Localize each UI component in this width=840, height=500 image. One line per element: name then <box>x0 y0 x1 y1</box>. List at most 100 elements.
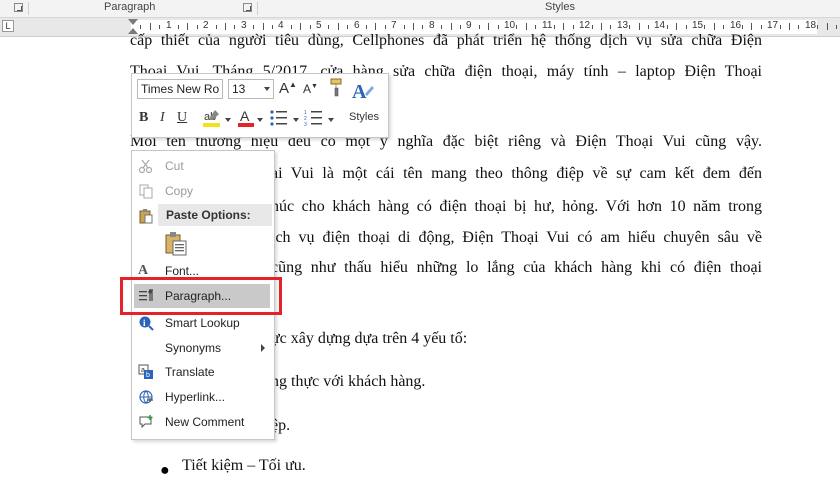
ruler-tick <box>328 25 329 29</box>
ruler-tick <box>751 23 752 30</box>
shrink-font-icon[interactable]: A▼ <box>303 82 318 96</box>
ruler-tick <box>761 25 762 29</box>
ruler-tick <box>629 25 630 29</box>
ruler-tick <box>723 25 724 29</box>
font-dialog-launcher-icon[interactable] <box>14 3 23 12</box>
ruler-tick <box>639 23 640 30</box>
ruler-number: 6 <box>354 20 360 31</box>
ruler-tick <box>714 23 715 30</box>
ruler-tick <box>253 25 254 29</box>
styles-gallery-icon[interactable]: A <box>350 80 374 108</box>
copy-icon <box>138 183 154 199</box>
menu-item-hyperlink[interactable]: Hyperlink... <box>132 386 274 408</box>
menu-item-label: Hyperlink... <box>165 390 226 404</box>
ruler-tick <box>592 25 593 29</box>
ruler-tick <box>178 25 179 29</box>
ruler-tick <box>234 25 235 29</box>
ruler-tick <box>836 25 837 29</box>
ruler-tick <box>704 25 705 29</box>
ruler-tick <box>610 25 611 29</box>
ruler-tick <box>187 23 188 30</box>
menu-item-label: Synonyms <box>165 341 222 355</box>
ruler-tick <box>441 25 442 29</box>
ruler-number: 1 <box>166 20 172 31</box>
ruler-tick <box>404 25 405 29</box>
menu-item-label: Cut <box>165 159 184 173</box>
underline-button[interactable]: U <box>177 110 187 126</box>
font-name-value: Times New Ro <box>141 82 220 96</box>
ruler-tick <box>648 25 649 29</box>
ruler-tick <box>338 23 339 30</box>
paragraph-dialog-launcher-icon[interactable] <box>243 3 252 12</box>
ruler-tick <box>601 23 602 30</box>
menu-item-new-comment[interactable]: New Comment <box>132 411 274 433</box>
ruler-tick <box>150 23 151 30</box>
ruler-tick <box>535 25 536 29</box>
smart-lookup-icon: i <box>138 315 154 331</box>
menu-item-label: Translate <box>165 365 215 379</box>
text-line: ại Vui là một cái tên mang theo thông đi… <box>271 165 762 182</box>
ruler-number: 11 <box>542 20 553 31</box>
ruler-tick <box>676 23 677 30</box>
text-line: ực xây dựng dựa trên 4 yếu tố: <box>271 330 468 347</box>
ruler-tick <box>798 25 799 29</box>
ruler-number: 17 <box>767 20 779 31</box>
ruler-tick <box>159 25 160 29</box>
ribbon-separator <box>257 2 258 15</box>
italic-button[interactable]: I <box>160 110 165 126</box>
scissors-icon <box>138 158 154 174</box>
ruler-tick <box>366 25 367 29</box>
ribbon-group-labels: Paragraph Styles <box>0 0 840 18</box>
mini-toolbar: Times New Ro 13 A▲ A▼ A Styles B I U ab … <box>131 73 389 138</box>
menu-item-smart-lookup[interactable]: i Smart Lookup <box>132 312 274 334</box>
ruler-tick <box>300 23 301 30</box>
grow-font-icon[interactable]: A▲ <box>279 80 297 97</box>
first-line-indent-marker[interactable] <box>128 19 138 25</box>
font-size-value: 13 <box>232 82 246 96</box>
text-line: ịch vụ điện thoại di động, Điện Thoại Vu… <box>271 229 762 246</box>
chevron-down-icon[interactable] <box>293 118 299 122</box>
highlight-icon[interactable]: ab <box>202 107 222 129</box>
menu-item-copy[interactable]: Copy <box>132 180 274 202</box>
ruler-tick <box>554 25 555 29</box>
text-line: húc cho khách hàng có điện thoại bị hư, … <box>271 198 762 215</box>
text-line: cũng như thấu hiểu những lo lắng của khá… <box>271 259 762 276</box>
ruler-number: 5 <box>316 20 322 31</box>
ruler-tick <box>385 25 386 29</box>
numbering-icon[interactable]: 123 <box>304 109 324 128</box>
chevron-right-icon <box>261 344 265 352</box>
font-name-dropdown[interactable]: Times New Ro <box>137 79 223 99</box>
menu-item-synonyms[interactable]: Synonyms <box>132 337 274 359</box>
ruler-tick <box>310 25 311 29</box>
ruler-tick <box>225 23 226 30</box>
bullet-item-text: Tiết kiệm – Tối ưu. <box>182 457 306 474</box>
menu-item-translate[interactable]: ab Translate <box>132 361 274 383</box>
chevron-down-icon[interactable] <box>225 118 231 122</box>
menu-item-label: Font... <box>165 264 200 278</box>
new-comment-icon <box>138 414 154 430</box>
ruler-number: 8 <box>429 20 435 31</box>
font-color-icon[interactable]: A <box>237 107 255 129</box>
chevron-down-icon[interactable] <box>328 118 334 122</box>
tab-selector-icon[interactable]: L <box>2 20 14 32</box>
font-size-dropdown[interactable]: 13 <box>228 79 274 99</box>
svg-text:b: b <box>146 372 150 379</box>
chevron-down-icon[interactable] <box>257 118 263 122</box>
menu-item-label: Smart Lookup <box>165 316 240 330</box>
ruler-number: 10 <box>504 20 516 31</box>
ruler-tick <box>451 23 452 30</box>
menu-item-cut[interactable]: Cut <box>132 155 274 177</box>
styles-group-label: Styles <box>545 1 575 13</box>
keep-source-formatting-icon[interactable] <box>163 231 189 257</box>
ruler-number: 9 <box>466 20 472 31</box>
bullets-icon[interactable] <box>269 109 289 127</box>
ribbon-separator <box>28 2 29 15</box>
bold-button[interactable]: B <box>139 110 148 126</box>
ruler-tick <box>272 25 273 29</box>
highlight-box <box>120 277 282 315</box>
ruler-tick <box>827 23 828 30</box>
ruler-number: 3 <box>241 20 247 31</box>
bullet-icon: ● <box>160 462 170 479</box>
ruler-tick <box>686 25 687 29</box>
format-painter-icon[interactable] <box>327 76 347 98</box>
